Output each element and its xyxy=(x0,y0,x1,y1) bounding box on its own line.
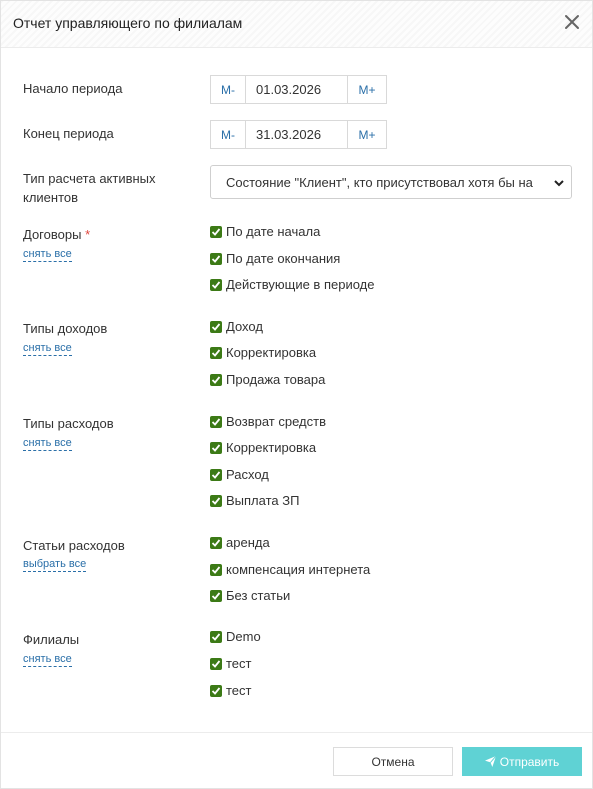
expense-types-option-1[interactable]: Корректировка xyxy=(210,440,316,456)
expense-items-toggle-all-link[interactable]: выбрать все xyxy=(23,558,87,572)
expense-types-toggle-all-link[interactable]: снять все xyxy=(23,437,72,451)
check-icon xyxy=(210,590,222,602)
check-icon xyxy=(210,416,222,428)
close-icon xyxy=(565,15,579,29)
expense-items-option-0[interactable]: аренда xyxy=(210,535,270,551)
period-end-input[interactable]: 31.03.2026 xyxy=(246,120,347,149)
expense-items-option-label: Без статьи xyxy=(226,588,291,603)
required-mark: * xyxy=(85,227,91,242)
expense-types-label: Типы расходов xyxy=(23,416,114,431)
contracts-option-1[interactable]: По дате окончания xyxy=(210,251,340,267)
period-end-plus-button[interactable]: M+ xyxy=(347,120,387,149)
contracts-option-label: По дате начала xyxy=(226,224,321,239)
branches-option-label: Demo xyxy=(226,629,261,644)
expense-types-option-2[interactable]: Расход xyxy=(210,467,269,483)
income-types-label: Типы доходов xyxy=(23,321,108,336)
chevron-down-icon xyxy=(554,180,564,187)
dialog-title: Отчет управляющего по филиалам xyxy=(13,15,243,31)
send-button[interactable]: Отправить xyxy=(462,747,582,776)
check-icon xyxy=(210,347,222,359)
period-start-plus-button[interactable]: M+ xyxy=(347,75,387,104)
branches-label: Филиалы xyxy=(23,632,80,647)
income-types-option-label: Продажа товара xyxy=(226,372,326,387)
contracts-option-label: Действующие в периоде xyxy=(226,277,375,292)
income-types-toggle-all-link[interactable]: снять все xyxy=(23,342,72,356)
expense-items-option-label: компенсация интернета xyxy=(226,562,371,577)
period-end-control: M- 31.03.2026 M+ xyxy=(210,120,387,149)
expense-items-label: Статьи расходов xyxy=(23,538,125,553)
close-button[interactable] xyxy=(562,11,582,33)
expense-types-option-label: Корректировка xyxy=(226,440,317,455)
contracts-label: Договоры * xyxy=(23,225,90,244)
period-end-label: Конец периода xyxy=(23,126,114,141)
check-icon xyxy=(210,226,222,238)
branches-option-2[interactable]: тест xyxy=(210,683,252,699)
income-types-option-0[interactable]: Доход xyxy=(210,319,263,335)
check-icon xyxy=(210,564,222,576)
income-types-option-1[interactable]: Корректировка xyxy=(210,345,316,361)
expense-types-option-0[interactable]: Возврат средств xyxy=(210,414,326,430)
branches-option-label: тест xyxy=(226,656,252,671)
check-icon xyxy=(210,631,222,643)
check-icon xyxy=(210,374,222,386)
contracts-toggle-all-link[interactable]: снять все xyxy=(23,248,72,262)
check-icon xyxy=(210,537,222,549)
check-icon xyxy=(210,279,222,291)
cancel-button[interactable]: Отмена xyxy=(333,747,453,776)
contracts-option-label: По дате окончания xyxy=(226,251,341,266)
branches-toggle-all-link[interactable]: снять все xyxy=(23,653,72,667)
period-end-minus-button[interactable]: M- xyxy=(210,120,246,149)
report-dialog: Отчет управляющего по филиалам Начало пе… xyxy=(0,0,593,789)
footer-divider xyxy=(1,732,592,733)
paper-plane-icon xyxy=(484,756,496,767)
period-start-label: Начало периода xyxy=(23,81,123,96)
branches-option-1[interactable]: тест xyxy=(210,656,252,672)
send-button-label: Отправить xyxy=(499,754,560,769)
calc-type-select[interactable]: Состояние "Клиент", кто присутствовал хо… xyxy=(210,165,572,199)
branches-option-0[interactable]: Demo xyxy=(210,629,261,645)
expense-items-option-2[interactable]: Без статьи xyxy=(210,588,290,604)
check-icon xyxy=(210,321,222,333)
contracts-label-text: Договоры xyxy=(23,227,82,242)
period-start-control: M- 01.03.2026 M+ xyxy=(210,75,387,104)
expense-types-option-label: Расход xyxy=(226,467,269,482)
expense-items-option-1[interactable]: компенсация интернета xyxy=(210,562,370,578)
calc-type-label: Тип расчета активных клиентов xyxy=(23,171,156,205)
expense-types-option-3[interactable]: Выплата ЗП xyxy=(210,493,299,509)
check-icon xyxy=(210,685,222,697)
income-types-option-2[interactable]: Продажа товара xyxy=(210,372,325,388)
check-icon xyxy=(210,495,222,507)
income-types-option-label: Корректировка xyxy=(226,345,317,360)
period-start-minus-button[interactable]: M- xyxy=(210,75,246,104)
expense-items-option-label: аренда xyxy=(226,535,270,550)
expense-types-option-label: Выплата ЗП xyxy=(226,493,300,508)
period-start-input[interactable]: 01.03.2026 xyxy=(246,75,347,104)
contracts-option-0[interactable]: По дате начала xyxy=(210,224,320,240)
check-icon xyxy=(210,658,222,670)
check-icon xyxy=(210,442,222,454)
income-types-option-label: Доход xyxy=(226,319,263,334)
contracts-option-2[interactable]: Действующие в периоде xyxy=(210,277,374,293)
check-icon xyxy=(210,253,222,265)
dialog-header: Отчет управляющего по филиалам xyxy=(1,1,592,48)
expense-types-option-label: Возврат средств xyxy=(226,414,326,429)
check-icon xyxy=(210,469,222,481)
branches-option-label: тест xyxy=(226,683,252,698)
calc-type-selected-value: Состояние "Клиент", кто присутствовал хо… xyxy=(226,174,533,190)
